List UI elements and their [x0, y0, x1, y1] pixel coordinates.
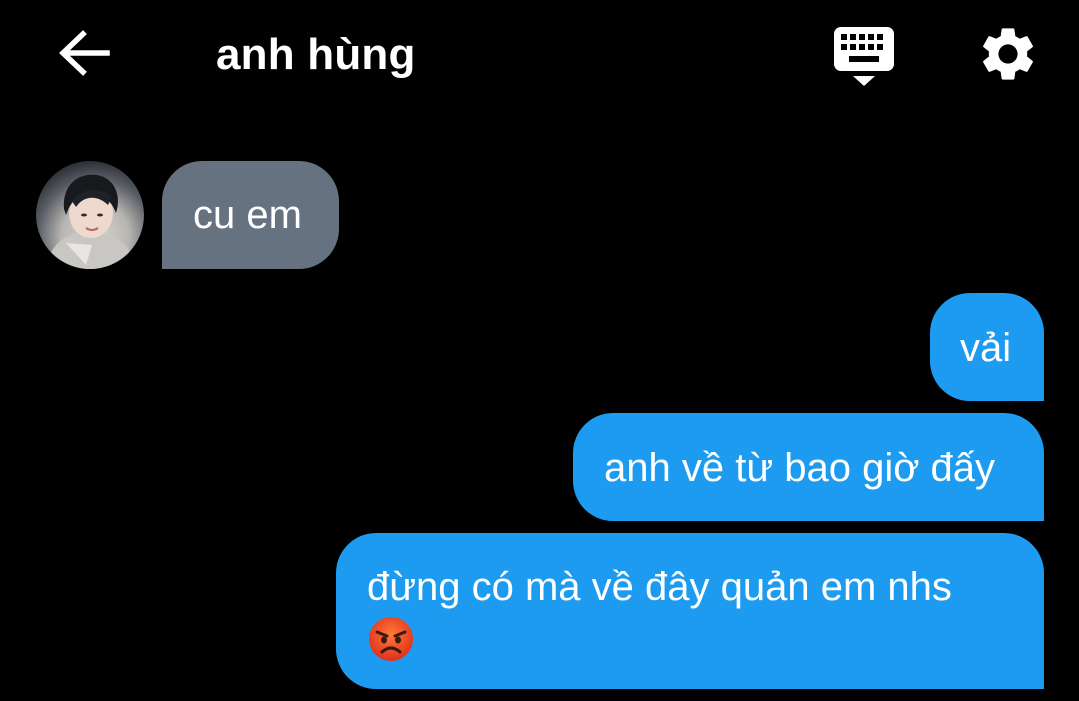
- message-bubble-incoming[interactable]: cu em: [162, 161, 339, 269]
- chat-title: anh hùng: [216, 30, 416, 79]
- chat-header: anh hùng: [0, 0, 1079, 110]
- back-button[interactable]: [55, 26, 113, 80]
- message-text: anh về từ bao giờ đấy: [604, 446, 996, 490]
- keyboard-toggle-button[interactable]: [832, 25, 896, 87]
- settings-button[interactable]: [976, 22, 1040, 86]
- message-text: cu em: [193, 193, 302, 237]
- angry-face-emoji: [369, 617, 413, 662]
- message-bubble-outgoing[interactable]: vải: [930, 293, 1044, 401]
- profile-photo-image: [46, 174, 136, 269]
- message-bubble-outgoing[interactable]: anh về từ bao giờ đấy: [573, 413, 1044, 521]
- message-text: vải: [960, 326, 1012, 370]
- message-bubble-outgoing[interactable]: đừng có mà về đây quản em nhs: [336, 533, 1044, 689]
- message-text: đừng có mà về đây quản em nhs: [367, 565, 952, 609]
- keyboard-hide-icon: [834, 27, 894, 86]
- arrow-left-icon: [59, 30, 110, 76]
- contact-avatar[interactable]: [36, 161, 144, 269]
- gear-icon: [983, 28, 1033, 80]
